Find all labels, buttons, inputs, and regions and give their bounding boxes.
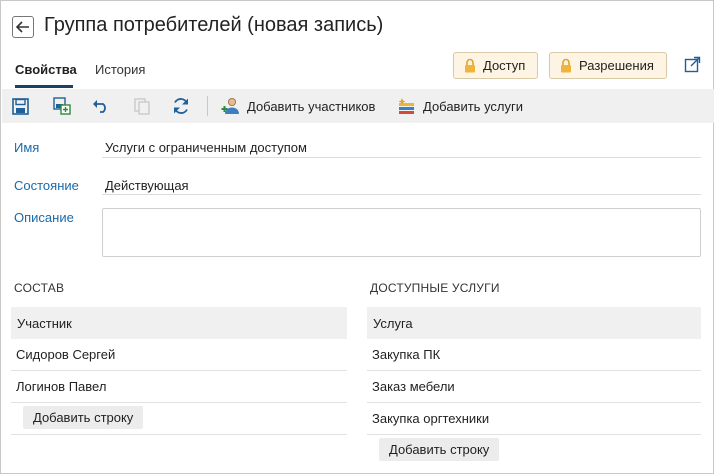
refresh-icon[interactable] bbox=[171, 96, 191, 116]
undo-icon[interactable] bbox=[91, 96, 111, 116]
window: Группа потребителей (новая запись) Свойс… bbox=[0, 0, 714, 474]
services-header-service: Услуга bbox=[367, 307, 701, 339]
header: Группа потребителей (новая запись) bbox=[1, 1, 713, 55]
state-field[interactable]: Действующая bbox=[105, 178, 189, 193]
state-label: Состояние bbox=[14, 178, 79, 193]
tab-properties[interactable]: Свойства bbox=[15, 62, 77, 77]
back-button[interactable] bbox=[12, 16, 34, 38]
add-participants-label: Добавить участников bbox=[247, 98, 376, 114]
table-row[interactable]: Закупка оргтехники bbox=[367, 403, 701, 435]
composition-add-row-container: Добавить строку bbox=[11, 403, 347, 435]
lock-icon bbox=[561, 58, 571, 73]
table-row[interactable]: Закупка ПК bbox=[367, 339, 701, 371]
lock-icon bbox=[465, 58, 475, 73]
permissions-button-label: Разрешения bbox=[579, 58, 654, 73]
open-new-window-icon[interactable] bbox=[684, 56, 701, 73]
add-services-label: Добавить услуги bbox=[423, 98, 524, 114]
composition-section-title: СОСТАВ bbox=[14, 281, 65, 295]
description-label: Описание bbox=[14, 210, 74, 225]
access-button-label: Доступ bbox=[483, 58, 526, 73]
add-services-button[interactable]: Добавить услуги bbox=[397, 96, 523, 116]
page-title: Группа потребителей (новая запись) bbox=[44, 14, 384, 36]
save-icon[interactable] bbox=[10, 96, 30, 116]
toolbar: Добавить участников Добавить услуги bbox=[2, 89, 714, 123]
name-label: Имя bbox=[14, 140, 40, 155]
table-row[interactable]: Заказ мебели bbox=[367, 371, 701, 403]
add-user-icon bbox=[221, 97, 239, 114]
permissions-button[interactable]: Разрешения bbox=[549, 52, 667, 79]
state-field-underline bbox=[102, 194, 701, 195]
name-field[interactable]: Услуги с ограниченным доступом bbox=[105, 140, 307, 155]
description-textarea[interactable] bbox=[102, 208, 701, 257]
composition-add-row-button[interactable]: Добавить строку bbox=[23, 406, 144, 429]
services-section-title: ДОСТУПНЫЕ УСЛУГИ bbox=[370, 281, 500, 295]
table-row[interactable]: Логинов Павел bbox=[11, 371, 347, 403]
add-service-icon bbox=[398, 97, 414, 114]
toolbar-divider bbox=[207, 96, 208, 116]
tab-history[interactable]: История bbox=[95, 62, 145, 77]
active-tab-indicator bbox=[15, 85, 73, 88]
save-and-close-icon[interactable] bbox=[52, 96, 72, 116]
add-participants-button[interactable]: Добавить участников bbox=[221, 96, 375, 116]
arrow-left-icon bbox=[16, 21, 29, 33]
services-add-row-container: Добавить строку bbox=[367, 435, 701, 467]
composition-header-participant: Участник bbox=[11, 307, 347, 339]
copy-icon[interactable] bbox=[132, 96, 152, 116]
name-field-underline bbox=[102, 157, 701, 158]
services-add-row-button[interactable]: Добавить строку bbox=[379, 438, 500, 461]
access-button[interactable]: Доступ bbox=[453, 52, 539, 79]
table-row[interactable]: Сидоров Сергей bbox=[11, 339, 347, 371]
